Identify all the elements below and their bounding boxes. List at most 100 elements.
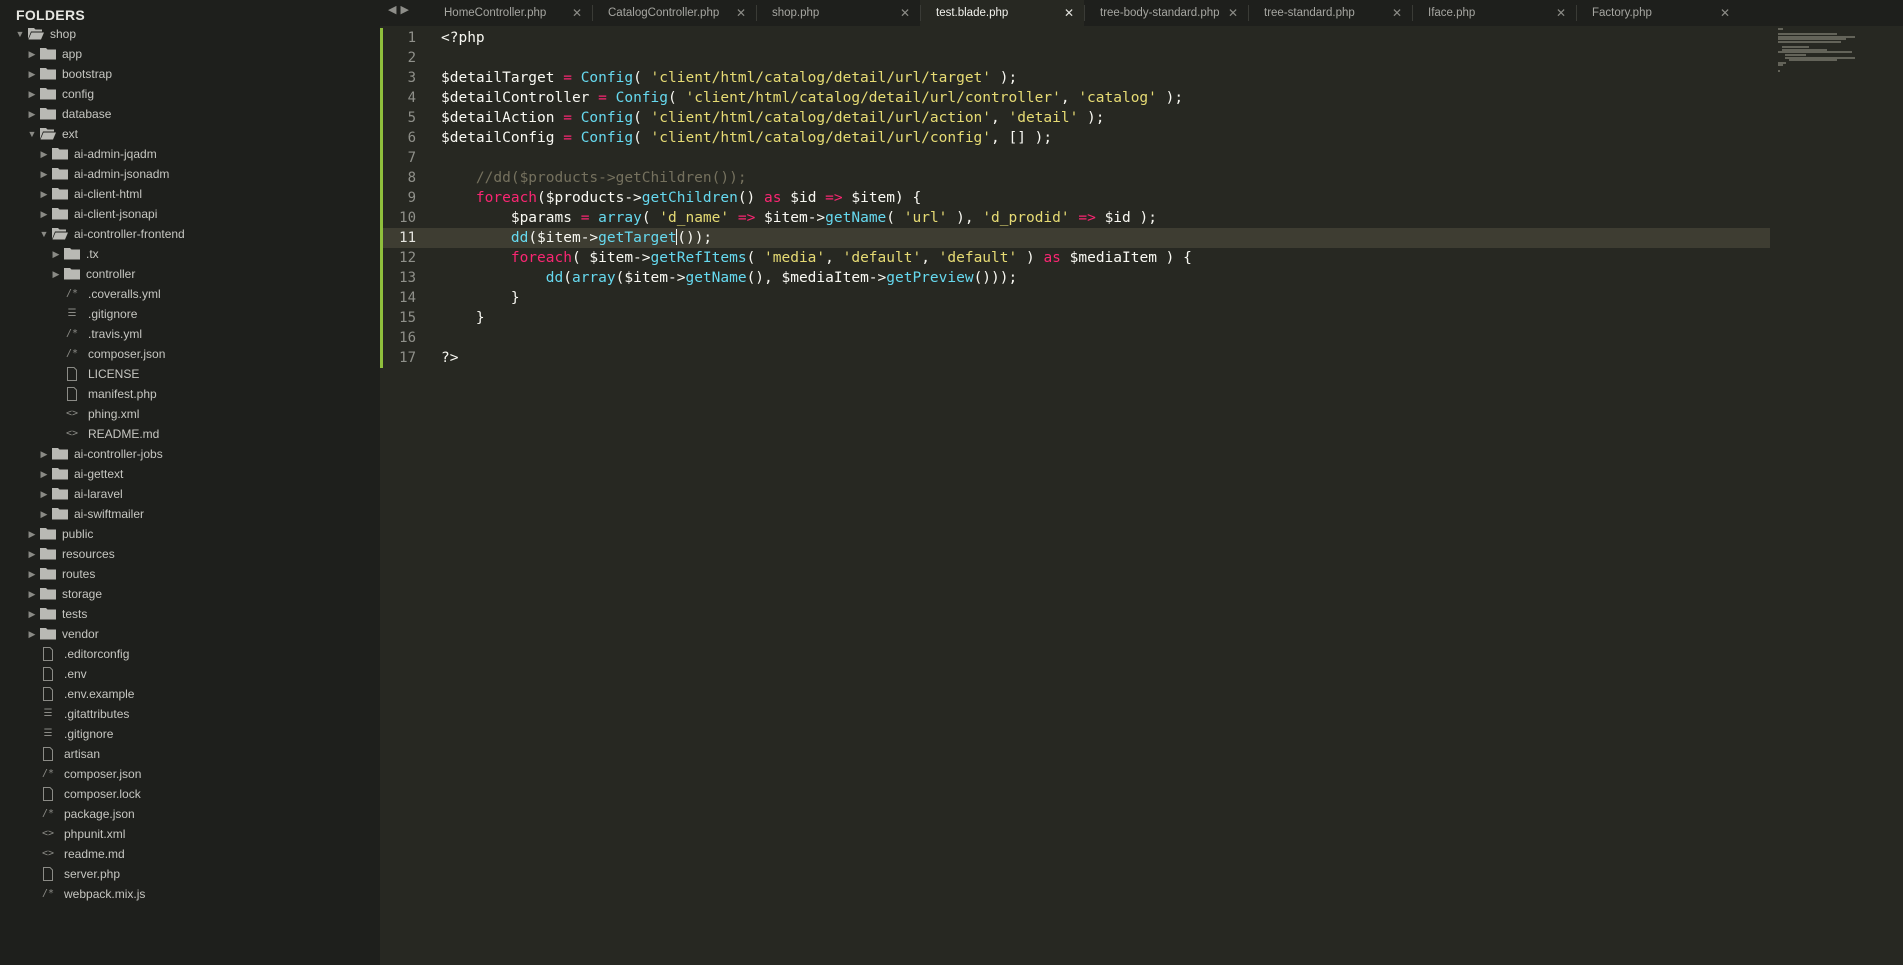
collapsed-arrow-icon[interactable]: ▶ [26,104,38,124]
tree-folder-vendor[interactable]: ▶ vendor [0,624,380,644]
tree-folder-routes[interactable]: ▶ routes [0,564,380,584]
collapsed-arrow-icon[interactable]: ▶ [26,84,38,104]
code-line[interactable]: } [441,308,485,328]
code-line[interactable]: dd(array($item->getName(), $mediaItem->g… [441,268,1017,288]
tab-homecontroller-php[interactable]: HomeController.php ✕ [428,0,592,26]
code-line[interactable]: dd($item->getTarget()); [441,228,712,248]
tree-folder-ext[interactable]: ▼ ext [0,124,380,144]
tree-folder-shop[interactable]: ▼ shop [0,24,380,44]
tree-file-env-example[interactable]: .env.example [0,684,380,704]
tree-file-phpunit-xml[interactable]: <> phpunit.xml [0,824,380,844]
tree-file-composer-json[interactable]: /* composer.json [0,344,380,364]
code-line[interactable]: ?> [441,348,458,368]
tree-file-composer-lock[interactable]: composer.lock [0,784,380,804]
collapsed-arrow-icon[interactable]: ▶ [26,564,38,584]
tree-file-server-php[interactable]: server.php [0,864,380,884]
tree-folder-controller[interactable]: ▶ controller [0,264,380,284]
tab-tree-standard-php[interactable]: tree-standard.php ✕ [1248,0,1412,26]
tree-folder-resources[interactable]: ▶ resources [0,544,380,564]
tree-folder-bootstrap[interactable]: ▶ bootstrap [0,64,380,84]
expanded-arrow-icon[interactable]: ▼ [14,24,26,44]
expanded-arrow-icon[interactable]: ▼ [26,124,38,144]
code-line[interactable]: foreach( $item->getRefItems( 'media', 'd… [441,248,1192,268]
tab-factory-php[interactable]: Factory.php ✕ [1576,0,1740,26]
tab-shop-php[interactable]: shop.php ✕ [756,0,920,26]
tree-folder-ai-gettext[interactable]: ▶ ai-gettext [0,464,380,484]
tab-catalogcontroller-php[interactable]: CatalogController.php ✕ [592,0,756,26]
tree-file-phing-xml[interactable]: <> phing.xml [0,404,380,424]
close-icon[interactable]: ✕ [572,0,582,26]
code-line[interactable]: //dd($products->getChildren()); [441,168,747,188]
tree-file-package-json[interactable]: /* package.json [0,804,380,824]
tree-file-artisan[interactable]: artisan [0,744,380,764]
tab-tree-body-standard-php[interactable]: tree-body-standard.php ✕ [1084,0,1248,26]
close-icon[interactable]: ✕ [1392,0,1402,26]
code-line[interactable]: foreach($products->getChildren() as $id … [441,188,921,208]
minimap[interactable] [1770,28,1880,88]
tree-file-gitattributes[interactable]: ☰ .gitattributes [0,704,380,724]
expanded-arrow-icon[interactable]: ▼ [38,224,50,244]
collapsed-arrow-icon[interactable]: ▶ [38,444,50,464]
code-line[interactable]: $detailController = Config( 'client/html… [441,88,1183,108]
code-line[interactable]: } [441,288,520,308]
close-icon[interactable]: ✕ [1556,0,1566,26]
nav-forward-icon[interactable]: ▶ [400,3,408,21]
close-icon[interactable]: ✕ [1720,0,1730,26]
code-line[interactable]: $detailAction = Config( 'client/html/cat… [441,108,1105,128]
collapsed-arrow-icon[interactable]: ▶ [38,484,50,504]
collapsed-arrow-icon[interactable]: ▶ [38,184,50,204]
tree-file-readme-md[interactable]: <> readme.md [0,844,380,864]
collapsed-arrow-icon[interactable]: ▶ [38,504,50,524]
close-icon[interactable]: ✕ [1064,0,1074,26]
collapsed-arrow-icon[interactable]: ▶ [26,604,38,624]
collapsed-arrow-icon[interactable]: ▶ [50,264,62,284]
tree-file-gitignore[interactable]: ☰ .gitignore [0,304,380,324]
tree-folder-tests[interactable]: ▶ tests [0,604,380,624]
tree-file-webpack-mix-js[interactable]: /* webpack.mix.js [0,884,380,904]
collapsed-arrow-icon[interactable]: ▶ [26,624,38,644]
close-icon[interactable]: ✕ [900,0,910,26]
tree-folder-storage[interactable]: ▶ storage [0,584,380,604]
code-line[interactable]: <?php [441,28,485,48]
collapsed-arrow-icon[interactable]: ▶ [38,164,50,184]
tree-file-gitignore[interactable]: ☰ .gitignore [0,724,380,744]
nav-back-icon[interactable]: ◀ [388,3,396,21]
close-icon[interactable]: ✕ [736,0,746,26]
tree-folder-config[interactable]: ▶ config [0,84,380,104]
tree-file-manifest-php[interactable]: manifest.php [0,384,380,404]
tree-file-coveralls-yml[interactable]: /* .coveralls.yml [0,284,380,304]
tree-folder-ai-swiftmailer[interactable]: ▶ ai-swiftmailer [0,504,380,524]
tree-file-readme-md[interactable]: <> README.md [0,424,380,444]
tree-file-composer-json[interactable]: /* composer.json [0,764,380,784]
collapsed-arrow-icon[interactable]: ▶ [50,244,62,264]
tree-folder-ai-client-jsonapi[interactable]: ▶ ai-client-jsonapi [0,204,380,224]
collapsed-arrow-icon[interactable]: ▶ [38,144,50,164]
tree-folder-ai-controller-frontend[interactable]: ▼ ai-controller-frontend [0,224,380,244]
tree-folder-public[interactable]: ▶ public [0,524,380,544]
tree-folder-ai-admin-jsonadm[interactable]: ▶ ai-admin-jsonadm [0,164,380,184]
tree-folder-ai-admin-jqadm[interactable]: ▶ ai-admin-jqadm [0,144,380,164]
collapsed-arrow-icon[interactable]: ▶ [26,524,38,544]
tree-folder-ai-client-html[interactable]: ▶ ai-client-html [0,184,380,204]
tree-file-travis-yml[interactable]: /* .travis.yml [0,324,380,344]
collapsed-arrow-icon[interactable]: ▶ [38,204,50,224]
code-line[interactable]: $detailTarget = Config( 'client/html/cat… [441,68,1017,88]
collapsed-arrow-icon[interactable]: ▶ [26,44,38,64]
code-line[interactable]: $params = array( 'd_name' => $item->getN… [441,208,1157,228]
tree-folder-ai-laravel[interactable]: ▶ ai-laravel [0,484,380,504]
tree-folder-app[interactable]: ▶ app [0,44,380,64]
close-icon[interactable]: ✕ [1228,0,1238,26]
tree-folder-ai-controller-jobs[interactable]: ▶ ai-controller-jobs [0,444,380,464]
collapsed-arrow-icon[interactable]: ▶ [26,544,38,564]
code-line[interactable]: $detailConfig = Config( 'client/html/cat… [441,128,1052,148]
collapsed-arrow-icon[interactable]: ▶ [26,64,38,84]
tree-file-editorconfig[interactable]: .editorconfig [0,644,380,664]
collapsed-arrow-icon[interactable]: ▶ [26,584,38,604]
tree-folder-tx[interactable]: ▶ .tx [0,244,380,264]
tab-test-blade-php[interactable]: test.blade.php ✕ [920,0,1084,26]
tree-folder-database[interactable]: ▶ database [0,104,380,124]
tree-file-env[interactable]: .env [0,664,380,684]
collapsed-arrow-icon[interactable]: ▶ [38,464,50,484]
tab-iface-php[interactable]: Iface.php ✕ [1412,0,1576,26]
tree-file-license[interactable]: LICENSE [0,364,380,384]
